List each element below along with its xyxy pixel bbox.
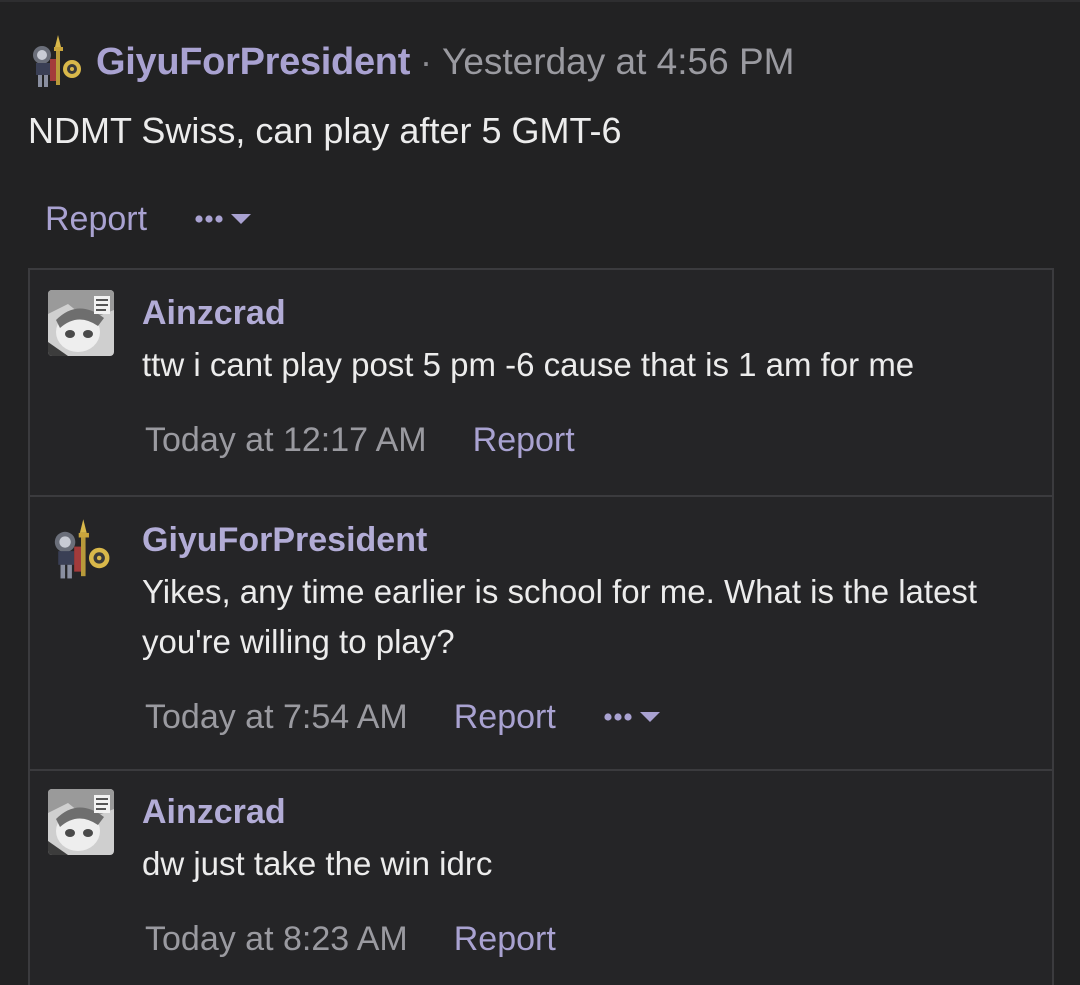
profile-post-thread: GiyuForPresident · Yesterday at 4:56 PM … bbox=[0, 0, 1080, 985]
reply-item: Ainzcrad dw just take the win idrc Today… bbox=[30, 769, 1052, 985]
reply-timestamp[interactable]: Today at 12:17 AM bbox=[145, 421, 427, 460]
manga-avatar-icon bbox=[48, 789, 114, 855]
reply-footer: Today at 12:17 AM Report bbox=[145, 416, 575, 464]
more-dots-chevron-icon bbox=[195, 214, 252, 224]
post-header: GiyuForPresident · Yesterday at 4:56 PM bbox=[28, 32, 794, 92]
post-author-name[interactable]: GiyuForPresident bbox=[96, 41, 410, 84]
report-button[interactable]: Report bbox=[45, 200, 147, 239]
more-dots-chevron-icon bbox=[604, 712, 660, 722]
reply-timestamp[interactable]: Today at 8:23 AM bbox=[145, 920, 408, 959]
reply-footer: Today at 8:23 AM Report bbox=[145, 915, 556, 963]
reply-item: Ainzcrad ttw i cant play post 5 pm -6 ca… bbox=[30, 270, 1052, 495]
post-separator: · bbox=[420, 41, 433, 82]
reply-timestamp[interactable]: Today at 7:54 AM bbox=[145, 698, 408, 737]
reply-body-text: Yikes, any time earlier is school for me… bbox=[142, 573, 978, 660]
reply-footer: Today at 7:54 AM Report bbox=[145, 693, 668, 741]
more-options-button[interactable] bbox=[602, 707, 668, 727]
replies-list: Ainzcrad ttw i cant play post 5 pm -6 ca… bbox=[28, 268, 1054, 985]
post-timestamp[interactable]: Yesterday at 4:56 PM bbox=[442, 41, 794, 83]
post-body-text: NDMT Swiss, can play after 5 GMT-6 bbox=[28, 110, 622, 151]
report-button[interactable]: Report bbox=[454, 698, 556, 737]
manga-avatar-icon bbox=[48, 290, 114, 356]
report-button[interactable]: Report bbox=[473, 421, 575, 460]
reply-item: GiyuForPresident Yikes, any time earlier… bbox=[30, 495, 1052, 769]
reply-author-name[interactable]: Ainzcrad bbox=[142, 793, 286, 832]
report-button[interactable]: Report bbox=[454, 920, 556, 959]
reply-avatar[interactable] bbox=[48, 290, 114, 356]
reply-author-name[interactable]: Ainzcrad bbox=[142, 294, 286, 333]
reply-body-text: ttw i cant play post 5 pm -6 cause that … bbox=[142, 346, 915, 383]
reply-avatar[interactable] bbox=[48, 789, 114, 855]
user-avatar-sprite[interactable] bbox=[28, 33, 84, 91]
reply-avatar[interactable] bbox=[48, 517, 114, 583]
post-actions: Report bbox=[45, 195, 259, 243]
user-avatar-sprite bbox=[54, 519, 110, 579]
more-options-button[interactable] bbox=[193, 209, 259, 229]
reply-author-name[interactable]: GiyuForPresident bbox=[142, 521, 427, 560]
reply-body-text: dw just take the win idrc bbox=[142, 845, 493, 882]
